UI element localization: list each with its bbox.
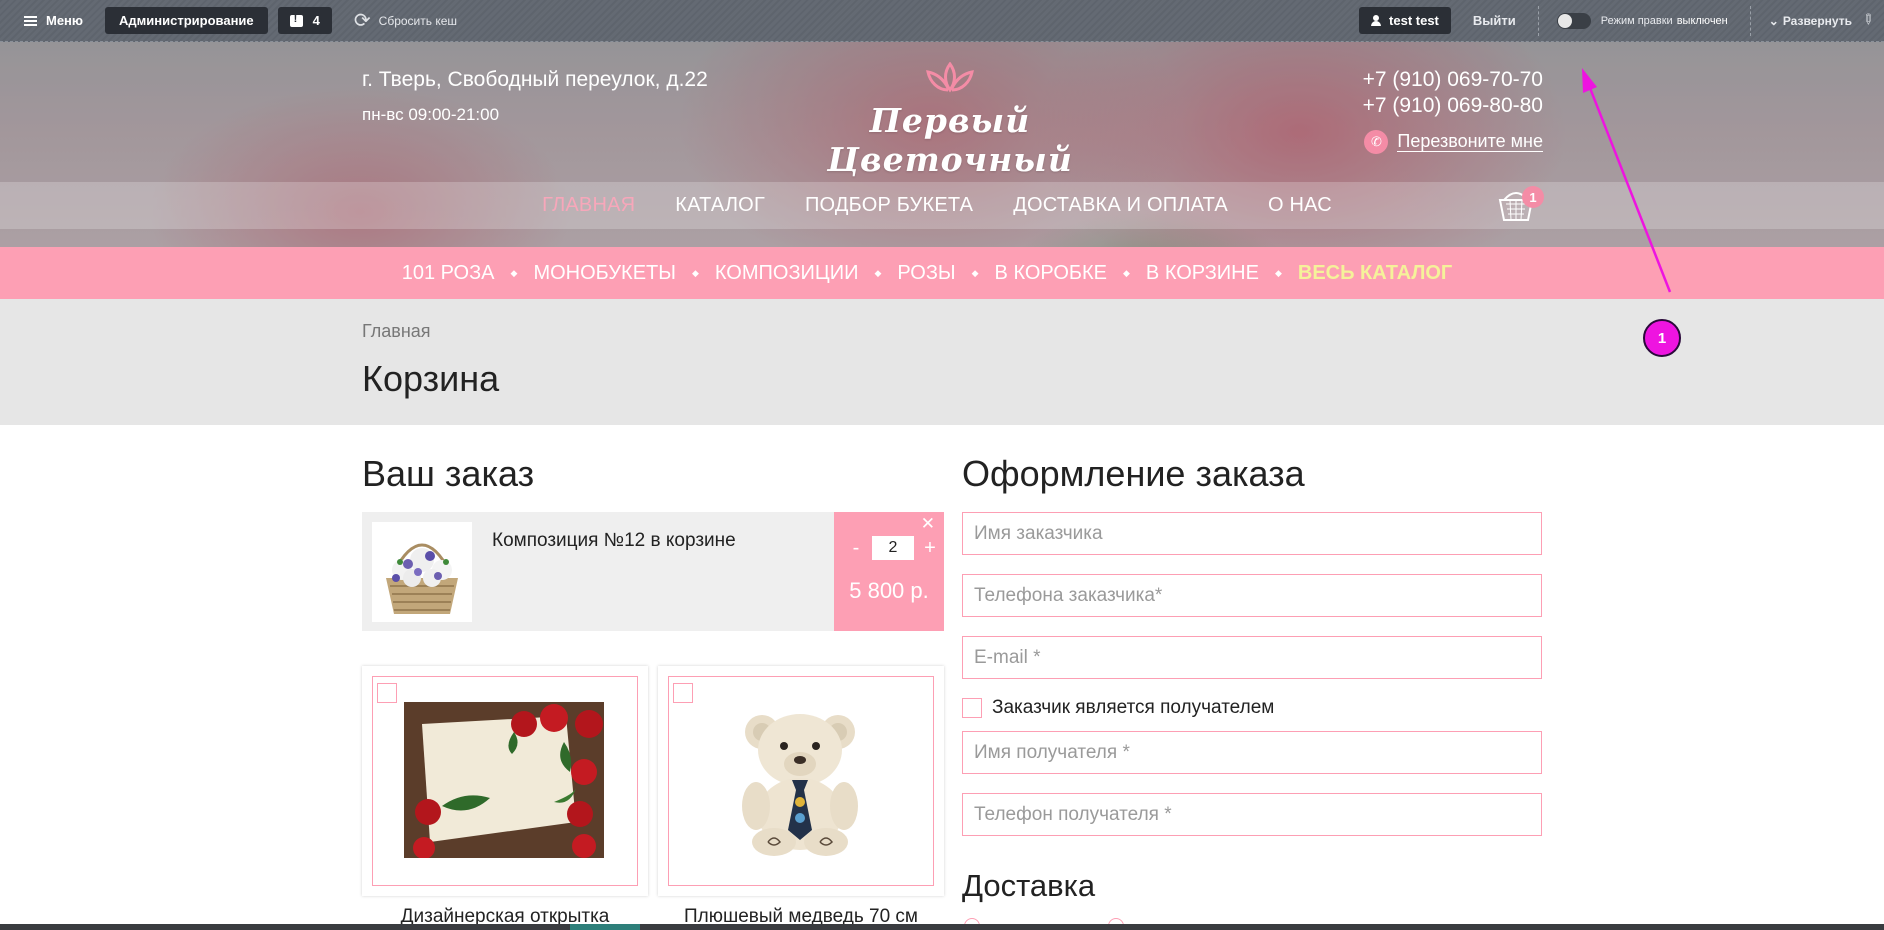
notifications-button[interactable]: 4: [277, 7, 332, 34]
cart-item-price: 5 800 р.: [849, 578, 929, 603]
postcard-image: [404, 702, 604, 858]
store-address: г. Тверь, Свободный переулок, д.22: [362, 68, 708, 91]
cart-item-name[interactable]: Композиция №12 в корзине: [492, 530, 736, 552]
addon-card-postcard[interactable]: [362, 666, 648, 896]
addon-checkbox[interactable]: [377, 683, 397, 703]
edit-mode-toggle[interactable]: [1556, 12, 1591, 29]
addon-card-teddy-bear[interactable]: [658, 666, 944, 896]
category-101-roses[interactable]: 101 РОЗА: [402, 262, 495, 285]
recipient-phone-input[interactable]: Телефон получателя *: [962, 793, 1542, 836]
notifications-count: 4: [312, 13, 320, 28]
category-all-catalog[interactable]: ВЕСЬ КАТАЛОГ: [1298, 262, 1452, 285]
administration-button[interactable]: Администрирование: [105, 7, 268, 34]
edit-mode-label: Режим правки: [1600, 14, 1673, 27]
separator-dot-icon: ◆: [1274, 267, 1282, 278]
cart-count-badge: 1: [1522, 186, 1544, 208]
delivery-heading: Доставка: [962, 868, 1096, 903]
nav-item-catalog[interactable]: КАТАЛОГ: [675, 194, 765, 217]
horizontal-scrollbar[interactable]: [0, 924, 1884, 930]
admin-toolbar-right: test test Выйти Режим правки выключен ⌄ …: [1359, 0, 1884, 41]
logo-text: Первый Цветочный: [827, 101, 1073, 179]
expand-button[interactable]: ⌄ Развернуть: [1769, 14, 1852, 28]
cart-item-row: Композиция №12 в корзине ✕ - 2 + 5 800 р…: [362, 512, 944, 631]
phone-number-2[interactable]: +7 (910) 069-80-80: [1363, 94, 1543, 118]
separator-dot-icon: ◆: [971, 267, 979, 278]
edit-mode-state: выключен: [1676, 14, 1728, 27]
site-logo[interactable]: Первый Цветочный: [760, 61, 1140, 179]
callback-label: Перезвоните мне: [1397, 130, 1543, 153]
nav-item-home[interactable]: ГЛАВНАЯ: [542, 194, 635, 217]
reset-cache-label: Сбросить кеш: [378, 13, 458, 28]
breadcrumb-area: Главная Корзина: [0, 299, 1884, 425]
category-roses[interactable]: РОЗЫ: [897, 262, 955, 285]
breadcrumb-home[interactable]: Главная: [362, 321, 431, 342]
same-recipient-label: Заказчик является получателем: [992, 697, 1275, 718]
chevron-down-icon: ⌄: [1768, 13, 1779, 28]
same-recipient-checkbox-row[interactable]: Заказчик является получателем: [962, 697, 1274, 719]
cart-button[interactable]: 1: [1496, 186, 1544, 222]
toolbar-divider: [1537, 5, 1539, 36]
quantity-stepper: - 2 +: [850, 536, 936, 560]
refresh-icon: ⟳: [353, 9, 371, 32]
checkout-heading: Оформление заказа: [962, 453, 1305, 494]
customer-name-input[interactable]: Имя заказчика: [962, 512, 1542, 555]
expand-label: Развернуть: [1782, 13, 1852, 28]
separator-dot-icon: ◆: [1123, 267, 1130, 278]
phone-icon: ✆: [1364, 130, 1389, 154]
logout-link[interactable]: Выйти: [1473, 13, 1516, 28]
nav-item-bouquet-selection[interactable]: ПОДБОР БУКЕТА: [805, 194, 973, 217]
category-monobouquets[interactable]: МОНОБУКЕТЫ: [533, 262, 676, 285]
teddy-bear-image: [700, 702, 900, 858]
remove-item-icon[interactable]: ✕: [921, 514, 935, 534]
separator-dot-icon: ◆: [691, 267, 699, 278]
main-nav-items: ГЛАВНАЯ КАТАЛОГ ПОДБОР БУКЕТА ДОСТАВКА И…: [0, 182, 1884, 229]
user-button[interactable]: test test: [1359, 7, 1451, 34]
callback-button[interactable]: ✆ Перезвоните мне: [1364, 130, 1543, 154]
cart-item-price-box: ✕ - 2 + 5 800 р.: [834, 512, 944, 631]
email-input[interactable]: E-mail *: [962, 636, 1542, 679]
page-title: Корзина: [362, 358, 500, 399]
scrollbar-thumb[interactable]: [570, 924, 640, 930]
lotus-logo-icon: [926, 61, 974, 93]
notification-icon: [289, 13, 303, 27]
hamburger-icon: [24, 15, 37, 26]
quantity-decrease-button[interactable]: -: [850, 537, 862, 560]
addon-checkbox[interactable]: [673, 683, 693, 703]
quantity-increase-button[interactable]: +: [924, 537, 936, 560]
phone-number-1[interactable]: +7 (910) 069-70-70: [1363, 68, 1543, 92]
annotation-marker: 1: [1643, 319, 1681, 357]
toolbar-divider: [1749, 5, 1751, 36]
category-in-box[interactable]: В КОРОБКЕ: [995, 262, 1107, 285]
order-heading: Ваш заказ: [362, 453, 535, 494]
category-compositions[interactable]: КОМПОЗИЦИИ: [715, 262, 859, 285]
category-nav: 101 РОЗА ◆ МОНОБУКЕТЫ ◆ КОМПОЗИЦИИ ◆ РОЗ…: [0, 247, 1884, 299]
separator-dot-icon: ◆: [510, 267, 518, 278]
admin-toolbar: Меню Администрирование 4 ⟳ Сбросить кеш …: [0, 0, 1884, 42]
user-name: test test: [1389, 13, 1439, 28]
quantity-input[interactable]: 2: [872, 536, 914, 560]
category-in-basket[interactable]: В КОРЗИНЕ: [1146, 262, 1259, 285]
user-icon: [1371, 15, 1382, 26]
product-thumbnail[interactable]: [372, 522, 472, 622]
reset-cache-button[interactable]: ⟳ Сбросить кеш: [354, 11, 457, 31]
site-header: г. Тверь, Свободный переулок, д.22 пн-вс…: [0, 42, 1884, 247]
nav-item-delivery-payment[interactable]: ДОСТАВКА И ОПЛАТА: [1013, 194, 1228, 217]
store-hours: пн-вс 09:00-21:00: [362, 105, 500, 124]
separator-dot-icon: ◆: [874, 267, 882, 278]
same-recipient-checkbox[interactable]: [962, 698, 982, 718]
main-nav: ГЛАВНАЯ КАТАЛОГ ПОДБОР БУКЕТА ДОСТАВКА И…: [0, 182, 1884, 229]
recipient-name-input[interactable]: Имя получателя *: [962, 731, 1542, 774]
admin-menu-label: Меню: [46, 13, 84, 28]
nav-item-about[interactable]: О НАС: [1268, 194, 1332, 217]
customer-phone-input[interactable]: Телефона заказчика*: [962, 574, 1542, 617]
admin-menu-button[interactable]: Меню: [24, 13, 83, 28]
